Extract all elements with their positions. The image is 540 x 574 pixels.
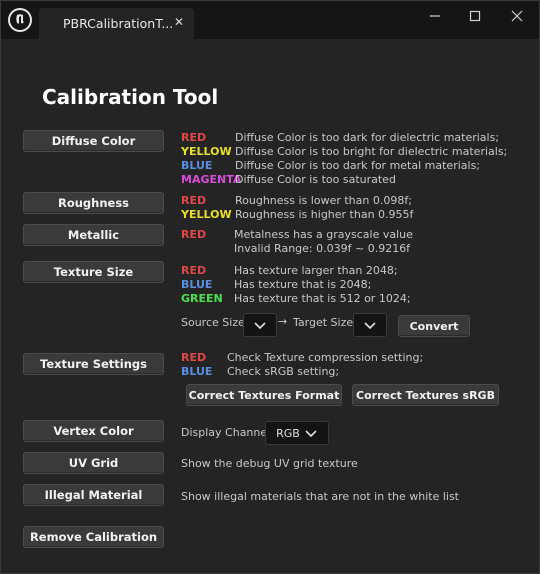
legend-desc: Diffuse Color is too saturated	[235, 173, 396, 186]
illegal-material-desc: Show illegal materials that are not in t…	[181, 490, 459, 503]
legend-desc: Diffuse Color is too dark for dielectric…	[235, 131, 500, 144]
legend-key: RED	[181, 194, 207, 207]
legend-desc: Roughness is lower than 0.098f;	[235, 194, 412, 207]
tool-window: PBRCalibrationT... ✕ Calibration Tool Di…	[0, 0, 540, 574]
legend-key: YELLOW	[181, 208, 232, 221]
legend-desc: Check sRGB setting;	[227, 365, 340, 378]
tab-label: PBRCalibrationT...	[63, 16, 174, 31]
correct-textures-format-button[interactable]: Correct Textures Format	[186, 384, 342, 406]
maximize-icon	[469, 10, 481, 22]
target-size-dropdown[interactable]	[353, 313, 387, 337]
display-channel-dropdown[interactable]: RGB	[265, 421, 329, 445]
legend-key: BLUE	[181, 278, 213, 291]
chevron-down-icon	[254, 322, 266, 330]
title-bar: PBRCalibrationT... ✕	[1, 1, 539, 39]
legend-key: YELLOW	[181, 145, 232, 158]
remove-calibration-button[interactable]: Remove Calibration	[23, 526, 164, 548]
legend-key: RED	[181, 131, 207, 144]
legend-key: RED	[181, 264, 207, 277]
texture-settings-button[interactable]: Texture Settings	[23, 353, 164, 375]
display-channel-value: RGB	[276, 426, 300, 440]
tab-close-icon[interactable]: ✕	[174, 15, 184, 29]
legend-desc: Check Texture compression setting;	[227, 351, 424, 364]
document-tab[interactable]: PBRCalibrationT... ✕	[39, 8, 194, 39]
legend-desc: Diffuse Color is too bright for dielectr…	[235, 145, 508, 158]
close-icon	[511, 10, 523, 22]
unreal-logo-icon[interactable]	[8, 8, 32, 32]
source-size-label: Source Size	[181, 316, 245, 329]
roughness-button[interactable]: Roughness	[23, 192, 164, 214]
minimize-button[interactable]	[413, 4, 457, 28]
uv-grid-desc: Show the debug UV grid texture	[181, 457, 358, 470]
convert-button[interactable]: Convert	[398, 315, 470, 337]
vertex-color-button[interactable]: Vertex Color	[23, 420, 164, 442]
illegal-material-button[interactable]: Illegal Material	[23, 484, 164, 506]
minimize-icon	[430, 15, 440, 17]
metallic-button[interactable]: Metallic	[23, 224, 164, 246]
diffuse-color-button[interactable]: Diffuse Color	[23, 130, 164, 152]
legend-key: BLUE	[181, 365, 213, 378]
legend-desc: Has texture larger than 2048;	[234, 264, 398, 277]
legend-desc: Roughness is higher than 0.955f	[235, 208, 414, 221]
maximize-button[interactable]	[453, 4, 497, 28]
legend-key: BLUE	[181, 159, 213, 172]
correct-textures-srgb-button[interactable]: Correct Textures sRGB	[352, 384, 499, 406]
chevron-down-icon	[364, 322, 376, 330]
arrow-icon: →	[278, 315, 288, 328]
legend-key: RED	[181, 351, 207, 364]
legend-key: MAGENTA	[181, 173, 242, 186]
legend-desc: Invalid Range: 0.039f ~ 0.9216f	[234, 242, 411, 255]
legend-key: GREEN	[181, 292, 223, 305]
close-button[interactable]	[495, 4, 539, 28]
source-size-dropdown[interactable]	[243, 313, 277, 337]
target-size-label: Target Size	[293, 316, 354, 329]
legend-desc: Has texture that is 2048;	[234, 278, 372, 291]
display-channel-label: Display Channel:	[181, 426, 274, 439]
uv-grid-button[interactable]: UV Grid	[23, 452, 164, 474]
legend-key: RED	[181, 228, 207, 241]
texture-size-button[interactable]: Texture Size	[23, 261, 164, 283]
legend-desc: Has texture that is 512 or 1024;	[234, 292, 411, 305]
page-title: Calibration Tool	[42, 85, 219, 109]
legend-desc: Metalness has a grayscale value	[234, 228, 413, 241]
legend-desc: Diffuse Color is too dark for metal mate…	[235, 159, 481, 172]
chevron-down-icon	[305, 430, 317, 438]
